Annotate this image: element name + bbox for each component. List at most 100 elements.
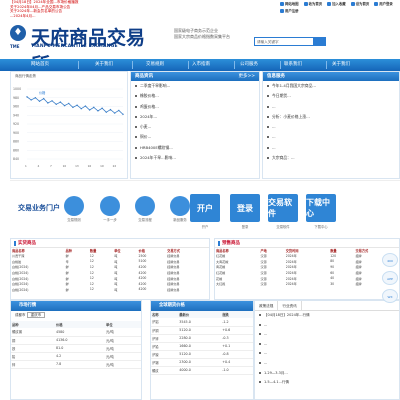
portal-icon[interactable] xyxy=(100,196,120,216)
news-item[interactable]: 橡胶价格... xyxy=(131,91,259,101)
spot-title: 全球期货价格 xyxy=(151,301,253,311)
nav-guide[interactable]: 入市指南 xyxy=(180,59,222,71)
info-item[interactable]: 今年1-4月我国大宗商品... xyxy=(263,81,399,91)
top-link[interactable]: 网站地图 xyxy=(280,1,299,6)
top-link[interactable]: 收为首页 xyxy=(303,1,322,6)
data-point xyxy=(118,109,120,112)
region-select[interactable]: 重庆市 xyxy=(26,312,46,318)
table-row[interactable]: 沪锌 2280.0 -0.3 xyxy=(151,334,253,343)
portal-tile-label: 开户 xyxy=(201,225,209,229)
portal-tile[interactable]: 开户 xyxy=(190,194,220,222)
info-item[interactable]: 大宗商品：... xyxy=(263,153,399,163)
table-row[interactable]: 铜 4136.0 元/吨 xyxy=(11,336,141,345)
preorder-panel: 预售商品 商品名称 产地 交货时间 数量 交易方式 红花椒 汉源 2024年 120 挂牌 大青花椒… xyxy=(214,238,400,300)
table-row[interactable]: 沪铜 5120.0 +0.6 xyxy=(151,326,253,335)
news-item[interactable]: 鸡蛋价格... xyxy=(131,102,259,112)
data-point xyxy=(68,102,70,105)
table-cell: 汉源 xyxy=(260,282,267,287)
news2-item[interactable]: ... xyxy=(255,349,399,359)
nav-rules[interactable]: 交易规则 xyxy=(134,59,176,71)
table-cell: 4136.0 xyxy=(54,336,106,345)
info-item[interactable]: ... xyxy=(263,122,399,132)
table-cell: 30 xyxy=(330,281,335,286)
x-tick-label: 1 xyxy=(25,164,27,168)
portal-tile[interactable]: 下载中心 xyxy=(306,194,336,222)
x-tick-label: 4 xyxy=(38,164,40,168)
y-tick-label: 920 xyxy=(13,122,19,126)
top-link[interactable]: 加入收藏 xyxy=(327,1,346,6)
nav-contact[interactable]: 联系我们 xyxy=(272,59,314,71)
info-item[interactable]: ... xyxy=(263,143,399,153)
info-item[interactable]: ... xyxy=(263,102,399,112)
news-item[interactable]: HRB400E螺纹钢... xyxy=(131,143,259,153)
data-point xyxy=(105,111,108,113)
table-row[interactable]: 锌 7.8 元/吨 xyxy=(11,360,141,369)
news2-item[interactable]: 【04月18日】2024年...行情 xyxy=(255,311,399,321)
portal-tile[interactable]: 登录 xyxy=(230,194,260,222)
tab-policy[interactable]: 政策法规 xyxy=(255,301,279,310)
table-cell: -0.8 xyxy=(221,350,253,359)
news2-item[interactable]: 1.29—3.3月... xyxy=(255,369,399,379)
news-item[interactable]: 2024年干旱...影响... xyxy=(131,153,259,163)
table-cell: 12 xyxy=(89,287,94,292)
top-link[interactable]: 用户登录 xyxy=(374,1,393,6)
table-cell: -1.0 xyxy=(221,366,253,375)
site-logo[interactable]: ♦ 天府商品交易所 TIANFU MERCANTILE EXCHANGE TME xyxy=(10,24,160,76)
table-row[interactable]: 铁 81.0 元/吨 xyxy=(11,344,141,353)
search-button[interactable] xyxy=(314,37,326,46)
data-point xyxy=(93,106,95,109)
chart-panel: 商品行情走势 1000 980 960 940 920 900 880 860 840 价格 1 4 7… xyxy=(10,71,128,179)
wechat-icon[interactable]: WX xyxy=(382,289,398,303)
data-point xyxy=(42,97,45,100)
table-row[interactable]: 白桃(2024) 鲜 12 吨 4200 挂牌交易 xyxy=(11,287,209,293)
sitemap-icon xyxy=(280,1,284,6)
news-item[interactable]: 小麦... xyxy=(131,122,259,132)
table-row[interactable]: 沪锡 2300.0 +0.4 xyxy=(151,358,253,367)
table-cell: 螺纹 xyxy=(151,366,179,375)
data-point xyxy=(122,113,124,116)
y-tick-label: 1000 xyxy=(13,87,21,91)
portal-tile[interactable]: 交易软件 xyxy=(268,194,298,222)
news2-item[interactable]: ... xyxy=(255,321,399,331)
table-row[interactable]: 大红袍 汉源 2024年 30 挂牌 xyxy=(215,281,399,287)
nav-about[interactable]: 关于我们 xyxy=(84,59,124,71)
search-input[interactable]: 请输入关键字 xyxy=(254,37,314,46)
news2-item[interactable]: ... xyxy=(255,359,399,369)
nav-service[interactable]: 公司服务 xyxy=(228,59,270,71)
portal-icon[interactable] xyxy=(170,196,190,216)
table-row[interactable]: 铅 4.2 元/吨 xyxy=(11,352,141,361)
news2-tabs: 政策法规 行业资讯 xyxy=(255,301,399,311)
ticker-line[interactable]: ...2024年4月... xyxy=(10,14,240,19)
nav-home[interactable]: 网站首页 xyxy=(20,59,60,71)
top-link[interactable]: 设为首页 xyxy=(350,1,369,6)
portal-icon[interactable] xyxy=(64,196,84,216)
app-icon[interactable]: APP xyxy=(382,271,398,285)
portal-tile-label: 交易软件 xyxy=(276,225,290,229)
news2-item[interactable]: ... xyxy=(255,340,399,350)
news2-item[interactable]: ... xyxy=(255,330,399,340)
news-item[interactable]: 2024年... xyxy=(131,112,259,122)
tab-industry[interactable]: 行业资讯 xyxy=(278,301,302,310)
news-item[interactable]: 铜价... xyxy=(131,132,259,142)
table-row[interactable]: 沪铝 3545.0 -1.2 xyxy=(151,318,253,327)
phone-icon[interactable]: 400 xyxy=(382,253,398,267)
top-link[interactable]: 用户注册 xyxy=(280,8,299,13)
nav-about-us[interactable]: 关于我们 xyxy=(320,59,362,71)
x-tick-label: 22 xyxy=(113,164,117,168)
home-icon xyxy=(350,1,355,6)
table-cell: -1.2 xyxy=(221,318,253,327)
table-cell: 沪铝 xyxy=(151,318,179,327)
news-item[interactable]: 二季度干旱影响... xyxy=(131,81,259,91)
portal-icon[interactable] xyxy=(135,196,155,216)
news2-item[interactable]: 1.5—4.1...行情 xyxy=(255,378,399,388)
info-item[interactable]: 分析：小麦价格上涨... xyxy=(263,112,399,122)
table-cell: 沪锡 xyxy=(151,358,179,367)
table-row[interactable]: 沪铅 1660.0 +0.1 xyxy=(151,342,253,351)
info-item[interactable]: ... xyxy=(263,132,399,142)
table-row[interactable]: 沪镍 5120.0 -0.8 xyxy=(151,350,253,359)
info-item[interactable]: 今日期货... xyxy=(263,91,399,101)
user-icon xyxy=(374,1,379,6)
data-point xyxy=(26,96,28,98)
table-row[interactable]: 螺纹钢 4580 元/吨 xyxy=(11,328,141,337)
table-row[interactable]: 螺纹 4000.0 -1.0 xyxy=(151,366,253,375)
